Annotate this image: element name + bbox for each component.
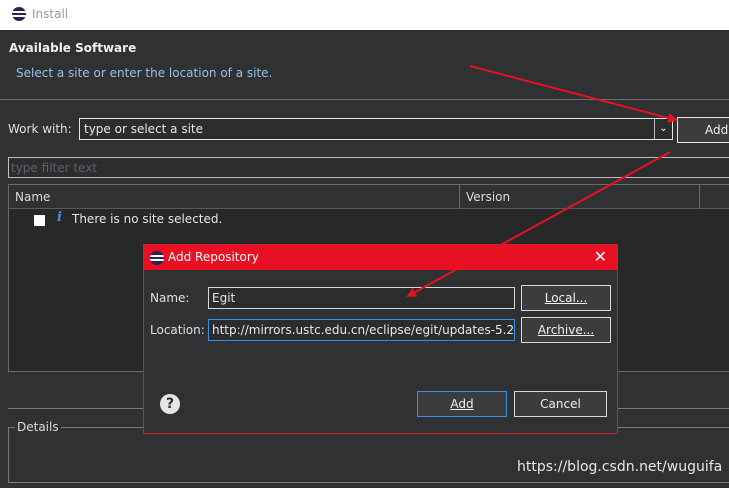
arrow-to-name-field [406, 151, 671, 297]
annotation-arrows [406, 65, 678, 297]
arrow-to-add-button [469, 65, 678, 123]
